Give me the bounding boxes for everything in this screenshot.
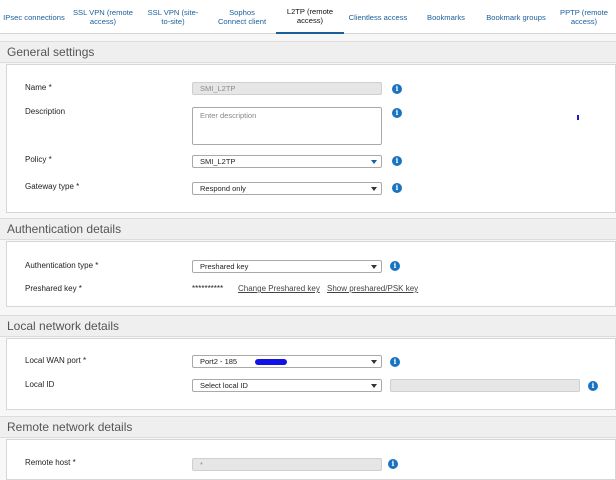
chevron-down-icon — [371, 360, 377, 364]
local-id-value: Select local ID — [200, 381, 248, 390]
local-wan-port-label: Local WAN port * — [25, 356, 87, 365]
local-id-label: Local ID — [25, 380, 55, 389]
remote-network-details-header: Remote network details — [0, 416, 616, 438]
name-field: SMI_L2TP — [192, 82, 382, 95]
gateway-type-info-icon[interactable]: i — [392, 183, 402, 193]
authentication-type-select[interactable]: Preshared key — [192, 260, 382, 273]
name-label: Name * — [25, 83, 52, 92]
description-info-icon[interactable]: i — [392, 108, 402, 118]
local-wan-port-select[interactable]: Port2 - 185 — [192, 355, 382, 368]
remote-host-field: * — [192, 458, 382, 471]
general-settings-title: General settings — [7, 45, 95, 59]
local-network-details-panel: Local WAN port * Port2 - 185 i Local ID … — [6, 338, 616, 410]
general-settings-header: General settings — [0, 41, 616, 63]
tab-ssl-vpn-remote[interactable]: SSL VPN (remote access) — [68, 0, 138, 34]
local-network-details-title: Local network details — [7, 319, 120, 333]
preshared-key-mask: ********** — [192, 284, 224, 293]
authentication-type-label: Authentication type * — [25, 261, 99, 270]
chevron-down-icon — [371, 187, 377, 191]
tab-bookmark-groups[interactable]: Bookmark groups — [480, 0, 552, 34]
tab-pptp-remote-access[interactable]: PPTP (remote access) — [552, 0, 616, 34]
description-field[interactable]: Enter description — [192, 107, 382, 145]
local-wan-port-info-icon[interactable]: i — [390, 357, 400, 367]
remote-network-details-panel: Remote host * * i — [6, 439, 616, 480]
policy-value: SMI_L2TP — [200, 157, 236, 166]
change-preshared-key-link[interactable]: Change Preshared key — [238, 284, 320, 293]
authentication-details-header: Authentication details — [0, 218, 616, 240]
gateway-type-select[interactable]: Respond only — [192, 182, 382, 195]
authentication-type-value: Preshared key — [200, 262, 249, 271]
authentication-type-info-icon[interactable]: i — [390, 261, 400, 271]
chevron-down-icon — [371, 265, 377, 269]
show-preshared-key-link[interactable]: Show preshared/PSK key — [327, 284, 418, 293]
local-id-info-icon[interactable]: i — [588, 381, 598, 391]
tab-bookmarks[interactable]: Bookmarks — [412, 0, 480, 34]
preshared-key-label: Preshared key * — [25, 284, 82, 293]
local-id-value-field — [390, 379, 580, 392]
tab-l2tp-remote-access[interactable]: L2TP (remote access) — [276, 0, 344, 34]
local-id-select[interactable]: Select local ID — [192, 379, 382, 392]
description-label: Description — [25, 107, 66, 116]
redaction-mark — [255, 359, 287, 365]
tab-ipsec-connections[interactable]: IPsec connections — [0, 0, 68, 34]
general-settings-panel: Name * SMI_L2TP i Description Enter desc… — [6, 64, 616, 213]
remote-host-label: Remote host * — [25, 458, 76, 467]
gateway-type-value: Respond only — [200, 184, 246, 193]
name-info-icon[interactable]: i — [392, 84, 402, 94]
tab-bar: IPsec connections SSL VPN (remote access… — [0, 0, 616, 34]
local-network-details-header: Local network details — [0, 315, 616, 337]
gateway-type-label: Gateway type * — [25, 182, 80, 191]
chevron-down-icon — [371, 384, 377, 388]
policy-label: Policy * — [25, 155, 52, 164]
scroll-indicator — [577, 115, 579, 120]
chevron-down-icon — [371, 160, 377, 164]
remote-host-info-icon[interactable]: i — [388, 459, 398, 469]
tab-sophos-connect-client[interactable]: Sophos Connect client — [208, 0, 276, 34]
authentication-details-panel: Authentication type * Preshared key i Pr… — [6, 241, 616, 307]
tab-ssl-vpn-site-to-site[interactable]: SSL VPN (site-to-site) — [138, 0, 208, 34]
remote-network-details-title: Remote network details — [7, 420, 133, 434]
tab-clientless-access[interactable]: Clientless access — [344, 0, 412, 34]
authentication-details-title: Authentication details — [7, 222, 122, 236]
local-wan-port-value: Port2 - 185 — [200, 357, 238, 366]
policy-info-icon[interactable]: i — [392, 156, 402, 166]
policy-select[interactable]: SMI_L2TP — [192, 155, 382, 168]
